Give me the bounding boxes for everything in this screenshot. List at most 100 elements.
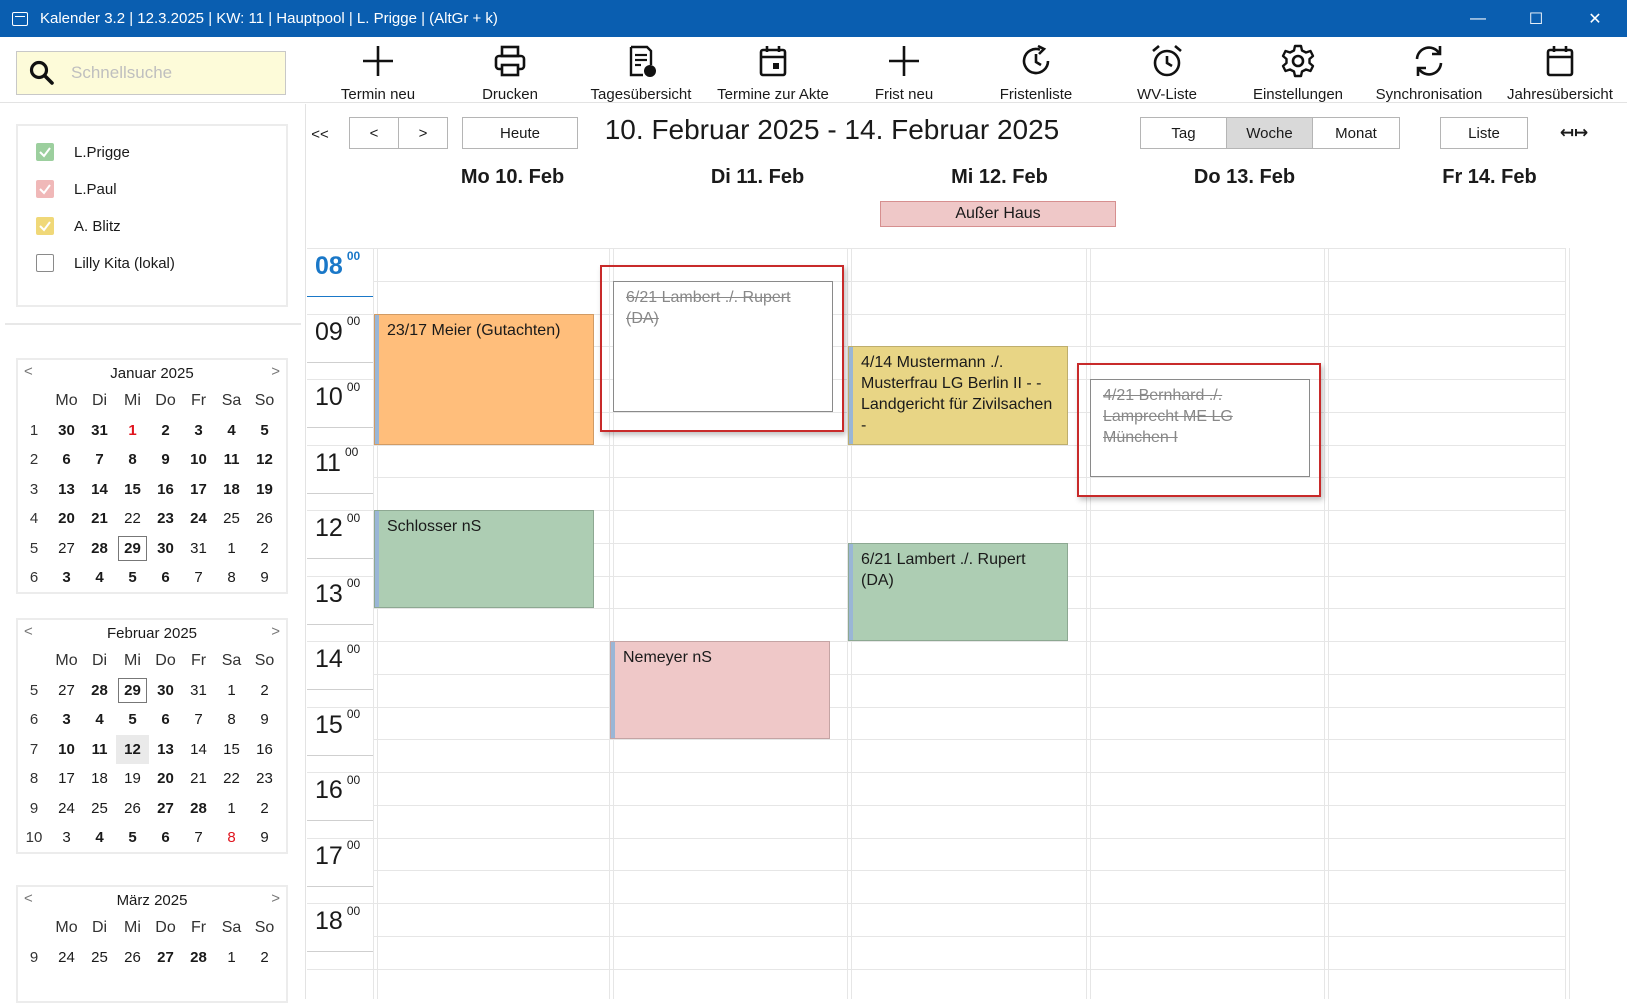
mini-calendar-day[interactable]: 4 xyxy=(83,823,116,853)
allday-event[interactable]: Außer Haus xyxy=(880,201,1116,227)
mini-calendar-day[interactable]: 21 xyxy=(182,764,215,794)
mini-calendar-day[interactable]: 28 xyxy=(182,943,215,973)
mini-calendar-day[interactable]: 1 xyxy=(215,534,248,564)
mini-calendar-day[interactable]: 8 xyxy=(215,823,248,853)
user-filter-item[interactable]: A. Blitz xyxy=(36,217,121,235)
user-checkbox[interactable] xyxy=(36,180,54,198)
list-view-button[interactable]: Liste xyxy=(1440,117,1528,149)
today-button[interactable]: Heute xyxy=(462,117,578,149)
mini-calendar-day[interactable]: 29 xyxy=(116,676,149,706)
calendar-event[interactable]: 4/14 Mustermann ./. Musterfrau LG Berlin… xyxy=(848,346,1068,445)
user-filter-item[interactable]: Lilly Kita (lokal) xyxy=(36,254,175,272)
mini-calendar-day[interactable]: 1 xyxy=(116,416,149,446)
mini-calendar-day[interactable]: 31 xyxy=(182,534,215,564)
user-filter-item[interactable]: L.Paul xyxy=(36,180,117,198)
mini-calendar-day[interactable]: 6 xyxy=(149,705,182,735)
mini-calendar-day[interactable]: 15 xyxy=(215,735,248,765)
mini-calendar-day[interactable]: 4 xyxy=(83,705,116,735)
appointments-for-file-button[interactable]: Termine zur Akte xyxy=(708,43,838,103)
view-day-button[interactable]: Tag xyxy=(1140,117,1227,149)
mini-calendar-day[interactable]: 6 xyxy=(149,823,182,853)
mini-calendar-day[interactable]: 27 xyxy=(50,676,83,706)
mini-calendar-day[interactable]: 11 xyxy=(215,445,248,475)
calendar-event[interactable]: 6/21 Lambert ./. Rupert (DA) xyxy=(848,542,1068,641)
mini-calendar-day[interactable]: 31 xyxy=(182,676,215,706)
mini-calendar-day[interactable]: 8 xyxy=(215,705,248,735)
mini-calendar-day[interactable]: 18 xyxy=(83,764,116,794)
mini-next-month-button[interactable]: > xyxy=(271,363,280,380)
deadline-list-button[interactable]: Fristenliste xyxy=(971,43,1101,103)
collapse-toggle-icon[interactable]: ↤↦ xyxy=(1547,117,1601,149)
mini-calendar-day[interactable]: 4 xyxy=(215,416,248,446)
mini-calendar-day[interactable]: 18 xyxy=(215,475,248,505)
mini-calendar-day[interactable]: 12 xyxy=(248,445,281,475)
day-overview-button[interactable]: Tagesübersicht xyxy=(576,43,706,103)
mini-calendar-day[interactable]: 16 xyxy=(149,475,182,505)
view-week-button[interactable]: Woche xyxy=(1226,117,1313,149)
next-week-button[interactable]: > xyxy=(398,117,448,149)
mini-calendar-day[interactable]: 9 xyxy=(248,705,281,735)
mini-calendar-day[interactable]: 27 xyxy=(50,534,83,564)
mini-calendar-day[interactable]: 24 xyxy=(182,504,215,534)
mini-prev-month-button[interactable]: < xyxy=(24,623,33,640)
mini-calendar-day[interactable]: 22 xyxy=(215,764,248,794)
year-overview-button[interactable]: Jahresübersicht xyxy=(1495,43,1625,103)
maximize-button[interactable]: ☐ xyxy=(1508,0,1564,37)
mini-calendar-day[interactable]: 20 xyxy=(50,504,83,534)
mini-calendar-day[interactable]: 2 xyxy=(248,676,281,706)
new-deadline-button[interactable]: Frist neu xyxy=(839,43,969,103)
mini-calendar-day[interactable]: 3 xyxy=(182,416,215,446)
mini-calendar-day[interactable]: 10 xyxy=(182,445,215,475)
mini-calendar-day[interactable]: 26 xyxy=(116,943,149,973)
new-appointment-button[interactable]: Termin neu xyxy=(313,43,443,103)
mini-calendar-day[interactable]: 3 xyxy=(50,563,83,593)
mini-calendar-day[interactable]: 9 xyxy=(248,563,281,593)
quick-search-box[interactable] xyxy=(16,51,286,95)
search-input[interactable] xyxy=(71,63,271,83)
mini-calendar-day[interactable]: 2 xyxy=(248,943,281,973)
mini-calendar-day[interactable]: 28 xyxy=(83,534,116,564)
calendar-event[interactable]: Schlosser nS xyxy=(374,510,594,609)
mini-calendar-day[interactable]: 5 xyxy=(116,705,149,735)
mini-calendar-day[interactable]: 19 xyxy=(116,764,149,794)
mini-calendar-day[interactable]: 14 xyxy=(182,735,215,765)
first-page-button[interactable]: << xyxy=(307,118,333,150)
mini-calendar-day[interactable]: 23 xyxy=(248,764,281,794)
calendar-event[interactable]: 6/21 Lambert ./. Rupert (DA) xyxy=(613,280,833,412)
mini-calendar-day[interactable]: 21 xyxy=(83,504,116,534)
prev-week-button[interactable]: < xyxy=(349,117,399,149)
mini-next-month-button[interactable]: > xyxy=(271,890,280,907)
mini-calendar-day[interactable]: 8 xyxy=(215,563,248,593)
mini-calendar-day[interactable]: 17 xyxy=(182,475,215,505)
mini-calendar-day[interactable]: 10 xyxy=(50,735,83,765)
mini-calendar-day[interactable]: 30 xyxy=(149,534,182,564)
mini-calendar-day[interactable]: 7 xyxy=(182,563,215,593)
mini-calendar-day[interactable]: 14 xyxy=(83,475,116,505)
mini-calendar-day[interactable]: 5 xyxy=(116,563,149,593)
mini-calendar-day[interactable]: 4 xyxy=(83,563,116,593)
mini-calendar-day[interactable]: 9 xyxy=(149,445,182,475)
mini-calendar-day[interactable]: 27 xyxy=(149,943,182,973)
user-filter-item[interactable]: L.Prigge xyxy=(36,143,130,161)
mini-prev-month-button[interactable]: < xyxy=(24,363,33,380)
user-checkbox[interactable] xyxy=(36,143,54,161)
view-month-button[interactable]: Monat xyxy=(1312,117,1400,149)
mini-calendar-day[interactable]: 3 xyxy=(50,705,83,735)
mini-calendar-day[interactable]: 28 xyxy=(83,676,116,706)
mini-calendar-day[interactable]: 6 xyxy=(50,445,83,475)
mini-calendar-day[interactable]: 1 xyxy=(215,943,248,973)
mini-calendar-day[interactable]: 17 xyxy=(50,764,83,794)
mini-calendar-day[interactable]: 13 xyxy=(149,735,182,765)
minimize-button[interactable]: — xyxy=(1450,0,1506,37)
mini-calendar-day[interactable]: 6 xyxy=(149,563,182,593)
mini-calendar-day[interactable]: 2 xyxy=(248,794,281,824)
user-checkbox[interactable] xyxy=(36,254,54,272)
mini-calendar-day[interactable]: 27 xyxy=(149,794,182,824)
mini-calendar-day[interactable]: 5 xyxy=(116,823,149,853)
mini-calendar-day[interactable]: 16 xyxy=(248,735,281,765)
mini-calendar-day[interactable]: 2 xyxy=(149,416,182,446)
calendar-event[interactable]: Nemeyer nS xyxy=(610,641,830,740)
mini-calendar-day[interactable]: 5 xyxy=(248,416,281,446)
mini-calendar-day[interactable]: 31 xyxy=(83,416,116,446)
mini-calendar-day[interactable]: 30 xyxy=(149,676,182,706)
